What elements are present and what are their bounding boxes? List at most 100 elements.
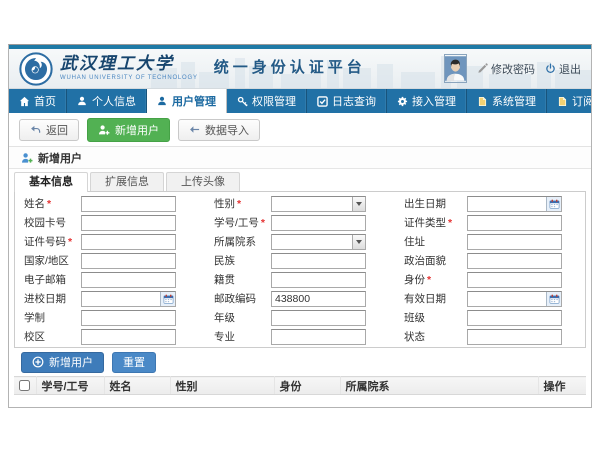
pages-icon xyxy=(477,96,488,107)
valid-date-field xyxy=(467,291,562,307)
schooling-length-input[interactable] xyxy=(81,310,176,326)
field-label: 政治面貌 xyxy=(404,253,467,268)
country-region-input[interactable] xyxy=(81,253,176,269)
nav-item-subscription-management[interactable]: 订阅管理 xyxy=(547,89,592,113)
log-check-icon xyxy=(317,96,328,107)
key-icon xyxy=(237,96,248,107)
major-input[interactable] xyxy=(271,329,366,345)
change-password-label: 修改密码 xyxy=(491,61,535,77)
field-label: 学制 xyxy=(24,310,81,325)
field-postal-code: 邮政编码 xyxy=(205,291,395,307)
field-birth-date: 出生日期 xyxy=(395,196,585,212)
id-number-input[interactable] xyxy=(81,234,176,250)
field-label: 班级 xyxy=(404,310,467,325)
user-avatar[interactable] xyxy=(444,54,467,83)
name-input[interactable] xyxy=(81,196,176,212)
users-icon xyxy=(157,96,168,107)
field-name: 姓名* xyxy=(15,196,205,212)
field-campus-card: 校园卡号 xyxy=(15,215,205,231)
birth-date-input[interactable] xyxy=(468,197,546,211)
ethnicity-input[interactable] xyxy=(271,253,366,269)
back-button[interactable]: 返回 xyxy=(19,119,79,141)
identity-input[interactable] xyxy=(467,272,562,288)
reset-label: 重置 xyxy=(123,354,145,370)
address-input[interactable] xyxy=(467,234,562,250)
toolbar: 返回 新增用户 数据导入 xyxy=(9,113,591,147)
political-status-input[interactable] xyxy=(467,253,562,269)
nav-label: 用户管理 xyxy=(172,93,216,109)
change-password-link[interactable]: 修改密码 xyxy=(477,61,535,77)
status-input[interactable] xyxy=(467,329,562,345)
data-import-button[interactable]: 数据导入 xyxy=(178,119,260,141)
add-user-toolbar-button[interactable]: 新增用户 xyxy=(87,118,170,142)
col-name: 姓名 xyxy=(104,377,170,395)
grade-input[interactable] xyxy=(271,310,366,326)
add-user-toolbar-label: 新增用户 xyxy=(115,122,159,138)
nav-item-home[interactable]: 首页 xyxy=(9,89,67,113)
required-marker: * xyxy=(427,274,431,286)
calendar-icon[interactable] xyxy=(546,197,561,211)
enrollment-date-input[interactable] xyxy=(82,292,160,306)
calendar-icon[interactable] xyxy=(546,292,561,306)
field-valid-date: 有效日期 xyxy=(395,291,585,307)
logout-label: 退出 xyxy=(559,61,581,77)
field-status: 状态 xyxy=(395,329,585,345)
postal-code-input[interactable] xyxy=(271,291,366,307)
tab-upload-avatar[interactable]: 上传头像 xyxy=(166,172,240,191)
select-all-checkbox[interactable] xyxy=(19,380,30,391)
form-row: 姓名* 性别* 出生日期 xyxy=(15,194,585,213)
field-label: 学号/工号* xyxy=(214,215,271,230)
email-input[interactable] xyxy=(81,272,176,288)
field-gender: 性别* xyxy=(205,196,395,212)
form-row: 学制 年级 班级 xyxy=(15,308,585,327)
field-label: 校园卡号 xyxy=(24,215,81,230)
col-identity: 身份 xyxy=(274,377,340,395)
nav-item-user-management[interactable]: 用户管理 xyxy=(147,89,227,113)
department-select[interactable] xyxy=(271,234,366,250)
gender-select[interactable] xyxy=(271,196,366,212)
campus-input[interactable] xyxy=(81,329,176,345)
submit-add-user-button[interactable]: 新增用户 xyxy=(21,352,104,373)
field-email: 电子邮箱 xyxy=(15,272,205,288)
user-icon xyxy=(77,96,88,107)
form-actions: 新增用户 重置 xyxy=(9,348,591,376)
form-row: 电子邮箱 籍贯 身份* xyxy=(15,270,585,289)
form-row: 进校日期 邮政编码 有效日期 xyxy=(15,289,585,308)
power-icon xyxy=(545,63,556,74)
field-label: 专业 xyxy=(214,329,271,344)
add-user-section-icon xyxy=(21,152,33,164)
logout-link[interactable]: 退出 xyxy=(545,61,581,77)
valid-date-input[interactable] xyxy=(468,292,546,306)
nav-item-access-management[interactable]: 接入管理 xyxy=(387,89,467,113)
class-input[interactable] xyxy=(467,310,562,326)
nav-item-log-query[interactable]: 日志查询 xyxy=(307,89,387,113)
field-label: 证件号码* xyxy=(24,234,81,249)
tab-extended-info[interactable]: 扩展信息 xyxy=(90,172,164,191)
gear-icon xyxy=(397,96,408,107)
calendar-icon[interactable] xyxy=(160,292,175,306)
id-type-input[interactable] xyxy=(467,215,562,231)
nav-item-personal-info[interactable]: 个人信息 xyxy=(67,89,147,113)
student-id-input[interactable] xyxy=(271,215,366,231)
campus-card-input[interactable] xyxy=(81,215,176,231)
native-place-input[interactable] xyxy=(271,272,366,288)
enrollment-date-field xyxy=(81,291,176,307)
field-major: 专业 xyxy=(205,329,395,345)
nav-label: 系统管理 xyxy=(492,93,536,109)
nav-item-system-management[interactable]: 系统管理 xyxy=(467,89,547,113)
field-label: 进校日期 xyxy=(24,291,81,306)
col-department: 所属院系 xyxy=(340,377,538,395)
field-label: 邮政编码 xyxy=(214,291,271,306)
left-arrow-icon xyxy=(189,124,200,135)
col-student-id: 学号/工号 xyxy=(36,377,104,395)
required-marker: * xyxy=(47,198,51,210)
nav-label: 个人信息 xyxy=(92,93,136,109)
nav-item-permission-management[interactable]: 权限管理 xyxy=(227,89,307,113)
pencil-icon xyxy=(477,63,488,74)
field-identity: 身份* xyxy=(395,272,585,288)
field-student-id: 学号/工号* xyxy=(205,215,395,231)
reset-button[interactable]: 重置 xyxy=(112,352,156,373)
plus-circle-icon xyxy=(32,356,44,368)
field-ethnicity: 民族 xyxy=(205,253,395,269)
tab-basic-info[interactable]: 基本信息 xyxy=(14,172,88,192)
